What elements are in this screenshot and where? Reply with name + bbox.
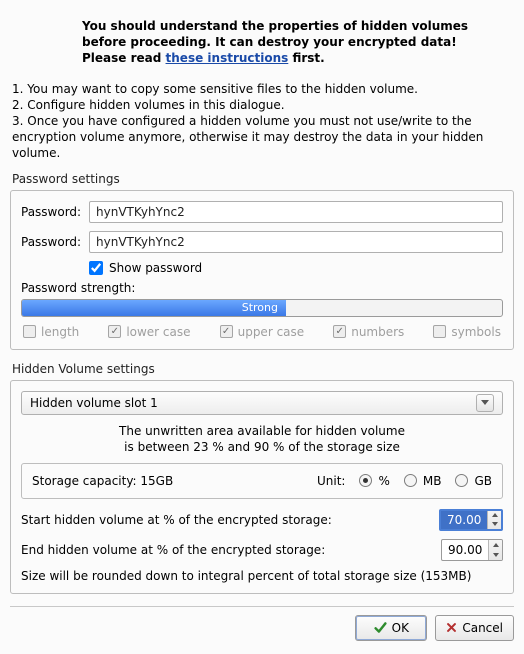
criteria-lower-icon <box>108 325 121 338</box>
end-percent-input[interactable] <box>442 540 488 560</box>
password-criteria: length lower case upper case numbers sym… <box>21 325 503 339</box>
available-area-info: The unwritten area available for hidden … <box>21 423 503 455</box>
criteria-numbers-icon <box>333 325 346 338</box>
criteria-length-icon <box>23 325 36 338</box>
end-spin-up[interactable] <box>489 540 502 550</box>
start-spin-down[interactable] <box>488 520 501 529</box>
start-spin-up[interactable] <box>488 511 501 520</box>
slot-select-value: Hidden volume slot 1 <box>30 396 158 410</box>
password-label: Password: <box>21 205 89 219</box>
password-panel: Password: Password: Show password Passwo… <box>10 190 514 350</box>
start-percent-label: Start hidden volume at % of the encrypte… <box>21 513 439 527</box>
end-percent-label: End hidden volume at % of the encrypted … <box>21 543 441 557</box>
password-input-2[interactable] <box>89 231 503 253</box>
start-percent-stepper[interactable] <box>439 509 503 531</box>
instructions-link[interactable]: these instructions <box>166 51 289 65</box>
end-spin-down[interactable] <box>489 550 502 560</box>
slot-select[interactable]: Hidden volume slot 1 <box>21 391 503 415</box>
cancel-button[interactable]: Cancel <box>435 615 514 641</box>
ok-icon <box>374 621 387 634</box>
hidden-volume-panel: Hidden volume slot 1 The unwritten area … <box>10 380 514 594</box>
warning-text: You should understand the properties of … <box>82 18 504 67</box>
close-icon <box>446 622 457 633</box>
criteria-symbols-icon <box>433 325 446 338</box>
capacity-box: Storage capacity: 15GB Unit: % MB GB <box>21 463 503 499</box>
rounding-note: Size will be rounded down to integral pe… <box>21 569 503 583</box>
unit-percent-radio[interactable] <box>359 474 372 487</box>
criteria-upper-icon <box>220 325 233 338</box>
show-password-checkbox[interactable] <box>89 261 103 275</box>
hidden-volume-group-label: Hidden Volume settings <box>12 362 514 376</box>
end-percent-stepper[interactable] <box>441 539 503 561</box>
divider <box>10 606 514 607</box>
unit-mb-radio[interactable] <box>404 474 417 487</box>
ok-button[interactable]: OK <box>355 615 427 641</box>
password-strength-label: Password strength: <box>21 281 503 295</box>
password-group-label: Password settings <box>12 172 514 186</box>
storage-capacity-label: Storage capacity: 15GB <box>32 474 173 488</box>
password-confirm-label: Password: <box>21 235 89 249</box>
unit-label: Unit: <box>317 474 345 488</box>
chevron-down-icon <box>476 394 494 412</box>
instruction-list: 1. You may want to copy some sensitive f… <box>12 81 512 162</box>
show-password-label: Show password <box>109 261 202 275</box>
password-input-1[interactable] <box>89 201 503 223</box>
password-strength-bar: Strong <box>21 299 503 317</box>
unit-gb-radio[interactable] <box>455 474 468 487</box>
start-percent-input[interactable] <box>441 511 487 529</box>
